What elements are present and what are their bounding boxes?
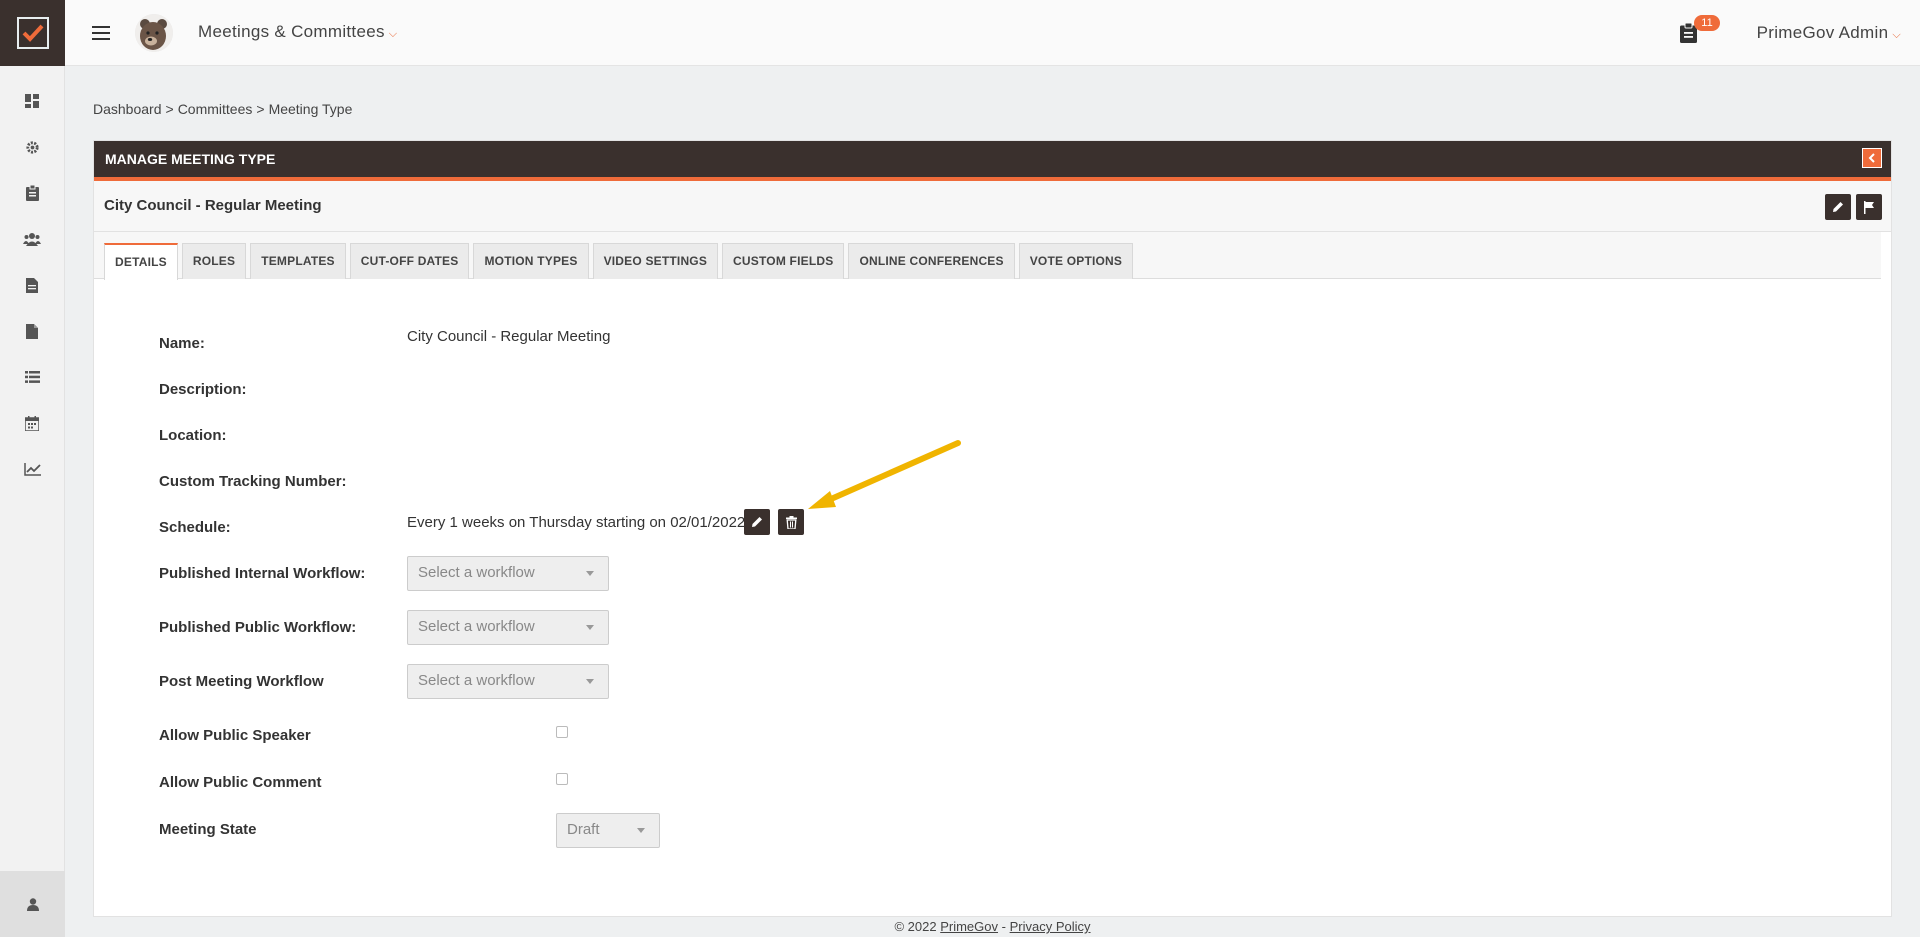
edit-pencil-icon[interactable] xyxy=(1825,194,1851,220)
meeting-state-select[interactable]: Draft xyxy=(556,813,660,848)
public-workflow-placeholder: Select a workflow xyxy=(418,618,535,635)
schedule-value: Every 1 weeks on Thursday starting on 02… xyxy=(407,514,746,531)
nav-chart-icon[interactable] xyxy=(0,446,64,492)
dropdown-arrow-icon xyxy=(586,625,594,630)
nav-document-icon[interactable] xyxy=(0,262,64,308)
footer: © 2022 PrimeGov - Privacy Policy xyxy=(0,919,1920,934)
public-comment-label: Allow Public Comment xyxy=(159,774,322,791)
internal-workflow-placeholder: Select a workflow xyxy=(418,564,535,581)
public-workflow-label: Published Public Workflow: xyxy=(159,619,357,636)
chevron-down-icon: ⌵ xyxy=(388,28,398,40)
nav-file-icon[interactable] xyxy=(0,308,64,354)
module-title-text: Meetings & Committees xyxy=(198,22,385,41)
public-comment-checkbox[interactable] xyxy=(556,773,568,785)
primegov-link[interactable]: PrimeGov xyxy=(940,919,998,934)
post-meeting-workflow-placeholder: Select a workflow xyxy=(418,672,535,689)
tab-vote-options[interactable]: VOTE OPTIONS xyxy=(1018,243,1134,279)
breadcrumb-current: Meeting Type xyxy=(268,101,353,117)
record-title: City Council - Regular Meeting xyxy=(104,197,322,214)
schedule-label: Schedule: xyxy=(159,519,231,536)
name-value: City Council - Regular Meeting xyxy=(407,328,611,345)
tab-templates[interactable]: TEMPLATES xyxy=(250,243,346,279)
nav-settings-gear-icon[interactable] xyxy=(0,124,64,170)
notification-count-badge[interactable]: 11 xyxy=(1694,15,1720,31)
public-speaker-checkbox[interactable] xyxy=(556,726,568,738)
sidebar xyxy=(0,0,65,937)
post-meeting-workflow-label: Post Meeting Workflow xyxy=(159,673,324,690)
breadcrumb-separator: > xyxy=(165,101,174,117)
checkmark-logo-icon xyxy=(16,17,49,49)
user-menu[interactable]: PrimeGov Admin ⌵ xyxy=(1757,23,1901,43)
top-bar: Meetings & Committees ⌵ 11 PrimeGov Admin… xyxy=(65,0,1920,66)
footer-dash: - xyxy=(1001,919,1006,934)
nav-calendar-icon[interactable] xyxy=(0,400,64,446)
breadcrumb: Dashboard > Committees > Meeting Type xyxy=(93,101,352,117)
collapse-chevron-left-icon[interactable] xyxy=(1862,148,1882,168)
manage-meeting-type-panel: MANAGE MEETING TYPE City Council - Regul… xyxy=(93,140,1892,917)
user-name: PrimeGov Admin xyxy=(1756,23,1889,42)
location-label: Location: xyxy=(159,427,227,444)
dropdown-arrow-icon xyxy=(586,679,594,684)
flag-icon[interactable] xyxy=(1856,194,1882,220)
record-header: City Council - Regular Meeting xyxy=(94,181,1891,232)
breadcrumb-committees[interactable]: Committees xyxy=(178,101,253,117)
dropdown-arrow-icon xyxy=(637,828,645,833)
app-logo[interactable] xyxy=(0,0,65,66)
panel-title: MANAGE MEETING TYPE xyxy=(105,151,276,167)
description-label: Description: xyxy=(159,381,247,398)
post-meeting-workflow-select[interactable]: Select a workflow xyxy=(407,664,609,699)
breadcrumb-dashboard[interactable]: Dashboard xyxy=(93,101,162,117)
tab-online-conferences[interactable]: ONLINE CONFERENCES xyxy=(848,243,1015,279)
tab-motion-types[interactable]: MOTION TYPES xyxy=(473,243,589,279)
nav-dashboard-icon[interactable] xyxy=(0,78,64,124)
hamburger-menu-icon[interactable] xyxy=(92,26,110,40)
internal-workflow-select[interactable]: Select a workflow xyxy=(407,556,609,591)
public-workflow-select[interactable]: Select a workflow xyxy=(407,610,609,645)
nav-list-icon[interactable] xyxy=(0,354,64,400)
meeting-state-value: Draft xyxy=(567,821,600,838)
bear-avatar xyxy=(135,14,173,52)
name-label: Name: xyxy=(159,335,205,352)
tab-details[interactable]: DETAILS xyxy=(104,243,178,280)
nav-clipboard-icon[interactable] xyxy=(0,170,64,216)
chevron-down-icon: ⌵ xyxy=(1892,29,1901,41)
tab-roles[interactable]: ROLES xyxy=(181,243,247,279)
edit-schedule-pencil-icon[interactable] xyxy=(744,509,770,535)
tab-cut-off-dates[interactable]: CUT-OFF DATES xyxy=(349,243,470,279)
tab-custom-fields[interactable]: CUSTOM FIELDS xyxy=(722,243,845,279)
module-menu[interactable]: Meetings & Committees ⌵ xyxy=(198,22,397,42)
public-speaker-label: Allow Public Speaker xyxy=(159,727,311,744)
panel-header: MANAGE MEETING TYPE xyxy=(94,141,1891,181)
meeting-state-label: Meeting State xyxy=(159,821,257,838)
privacy-policy-link[interactable]: Privacy Policy xyxy=(1010,919,1091,934)
tab-video-settings[interactable]: VIDEO SETTINGS xyxy=(592,243,719,279)
delete-schedule-trash-icon[interactable] xyxy=(778,509,804,535)
tab-bar: DETAILS ROLES TEMPLATES CUT-OFF DATES MOTION… xyxy=(94,232,1881,280)
breadcrumb-separator: > xyxy=(256,101,265,117)
internal-workflow-label: Published Internal Workflow: xyxy=(159,565,366,582)
dropdown-arrow-icon xyxy=(586,571,594,576)
nav-users-icon[interactable] xyxy=(0,216,64,262)
tracking-number-label: Custom Tracking Number: xyxy=(159,473,347,490)
copyright-text: © 2022 xyxy=(894,919,937,934)
